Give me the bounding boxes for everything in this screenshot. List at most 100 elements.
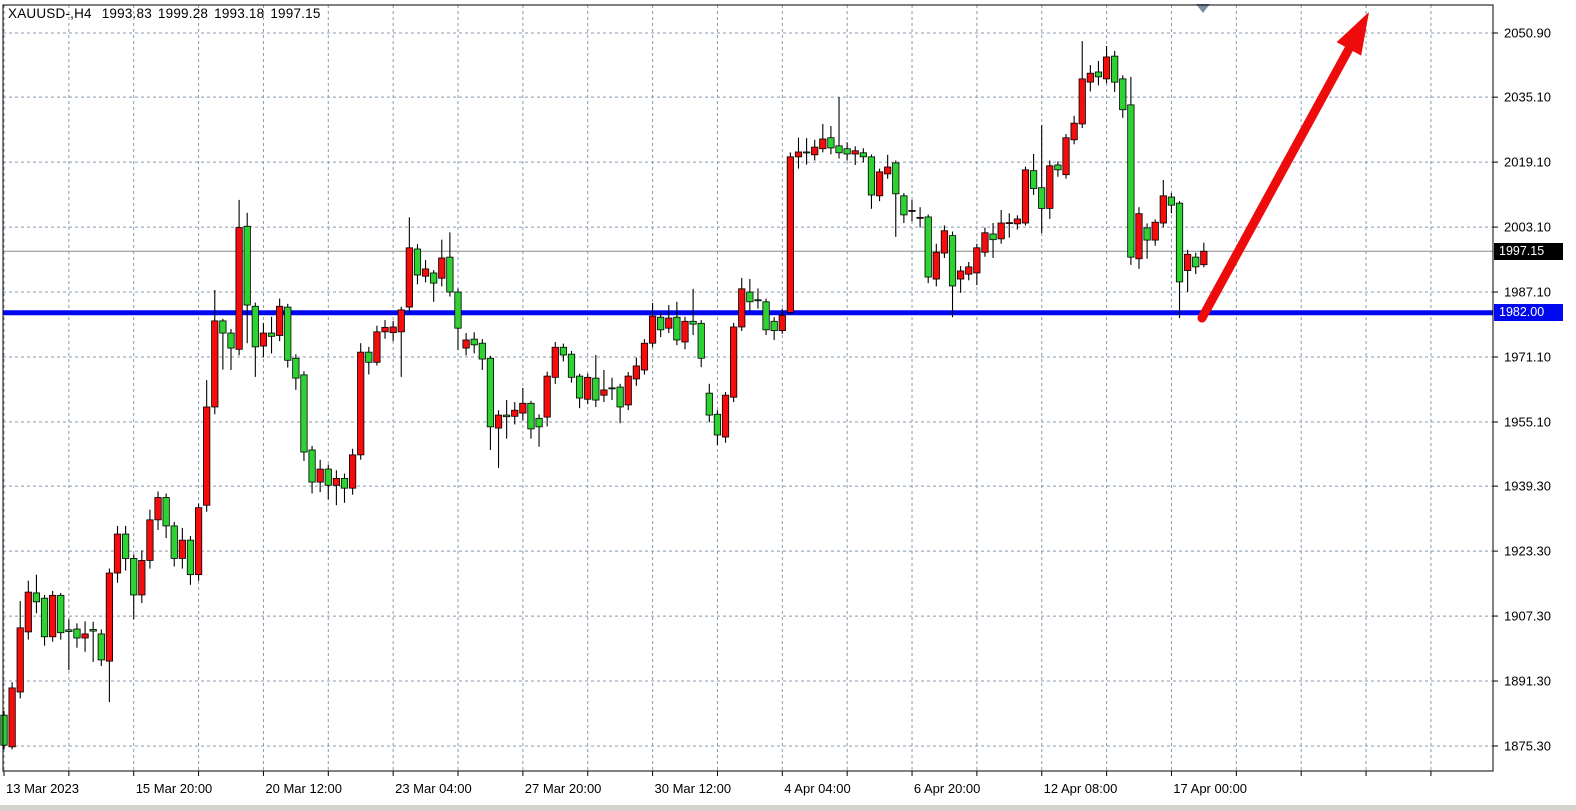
candle-body [617,387,623,407]
candle-body [601,390,607,395]
candle-body [455,292,461,328]
candle-body [998,223,1004,239]
candle-body [957,271,963,279]
candle-body [1144,228,1150,240]
candle-body [212,321,218,407]
candle-body [593,378,599,400]
candle-body [649,316,655,343]
candle-body [1160,196,1166,223]
candle-body [430,273,436,283]
candle-body [771,321,777,330]
candle-body [625,376,631,405]
candle-body [1120,79,1126,110]
hline-price-tag: 1982.00 [1494,304,1563,321]
candle-body [139,560,145,595]
candle-body [341,478,347,488]
candle-body [301,375,307,452]
y-axis-tick-label: 1875.30 [1504,739,1551,754]
candle-body [1103,57,1109,79]
candle-body [990,234,996,240]
candle-body [1,715,7,745]
candle-body [795,152,801,157]
candle-body [66,630,72,632]
high-value: 1999.28 [158,6,208,21]
candle-body [1193,257,1199,267]
candle-body [1176,203,1182,282]
candle-body [195,508,201,575]
candle-body [236,227,242,349]
candle-body [633,366,639,379]
candle-body [528,403,534,429]
candle-body [763,302,769,330]
candle-body [884,167,890,174]
candle-body [901,196,907,215]
candle-body [82,634,88,638]
chart-window: 2050.902035.102019.102003.101987.101971.… [0,0,1576,811]
candle-body [568,354,574,377]
y-axis-tick-label: 1939.30 [1504,479,1551,494]
candle-body [966,267,972,274]
candle-body [1038,188,1044,209]
candle-body [520,403,526,413]
candle-body [495,415,501,428]
price-chart-canvas[interactable]: 2050.902035.102019.102003.101987.101971.… [0,0,1576,811]
candle-body [260,333,266,346]
candle-body [1152,222,1158,240]
candle-body [163,498,169,526]
y-axis-tick-label: 1923.30 [1504,544,1551,559]
y-axis-tick-label: 1971.10 [1504,350,1551,365]
candle-body [730,327,736,397]
low-value: 1993.18 [214,6,264,21]
candle-body [33,593,39,602]
candle-body [576,376,582,398]
candle-body [674,317,680,340]
candle-body [374,332,380,362]
candle-body [333,478,339,485]
candle-body [552,347,558,377]
candle-body [131,558,137,595]
candle-body [422,269,428,276]
candle-body [836,146,842,153]
candle-body [536,418,542,427]
candle-body [276,306,282,335]
x-axis-date-label: 27 Mar 20:00 [525,781,602,796]
candle-body [1201,251,1207,264]
candle-body [244,226,250,305]
candle-body [252,306,258,347]
x-axis-date-label: 12 Apr 08:00 [1044,781,1118,796]
candle-body [114,534,120,573]
candle-body [852,151,858,154]
x-axis-date-label: 17 Apr 00:00 [1173,781,1247,796]
candle-body [325,469,331,485]
candle-body [803,152,809,153]
candle-body [722,395,728,437]
y-axis-tick-label: 2035.10 [1504,90,1551,105]
symbol-period-label: XAUUSD-,H4 [8,6,92,21]
candle-body [487,358,493,427]
candle-body [1087,73,1093,82]
candle-body [268,333,274,336]
candle-body [398,310,404,332]
candle-body [666,318,672,328]
candle-body [941,231,947,253]
ohlc-info-line: XAUUSD-,H4 1993.831999.281993.181997.15 [8,6,327,21]
candle-body [49,595,55,636]
candle-body [17,628,23,692]
candle-body [1095,72,1101,77]
candle-body [317,469,323,482]
candle-body [1063,138,1069,175]
candle-body [1014,219,1020,224]
candle-body [828,138,834,148]
candle-body [1128,105,1134,257]
x-axis-date-label: 23 Mar 04:00 [395,781,472,796]
candle-body [657,317,663,330]
candle-body [512,410,518,416]
candle-body [820,139,826,149]
candle-body [122,534,128,558]
x-axis-date-label: 15 Mar 20:00 [136,781,213,796]
candle-body [909,210,915,211]
x-axis-date-label: 20 Mar 12:00 [265,781,342,796]
y-axis-tick-label: 1907.30 [1504,609,1551,624]
y-axis-tick-label: 1891.30 [1504,674,1551,689]
candle-body [690,321,696,324]
